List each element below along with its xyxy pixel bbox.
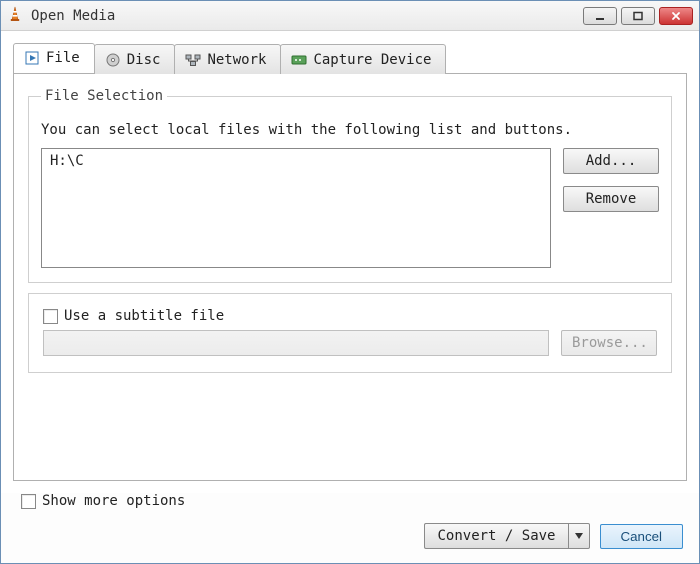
window-title: Open Media [31, 8, 115, 24]
capture-device-icon [291, 52, 307, 68]
file-play-icon [24, 50, 40, 66]
convert-save-button[interactable]: Convert / Save [424, 523, 589, 549]
network-icon [185, 52, 201, 68]
tab-disc-label: Disc [127, 52, 161, 68]
tab-network-label: Network [207, 52, 266, 68]
cancel-button[interactable]: Cancel [600, 524, 684, 549]
tab-capture-label: Capture Device [313, 52, 431, 68]
titlebar[interactable]: Open Media [1, 1, 699, 31]
file-list-item[interactable]: H:\C [50, 153, 542, 169]
file-selection-group: File Selection You can select local file… [28, 88, 672, 283]
open-media-window: Open Media File [0, 0, 700, 564]
close-button[interactable] [659, 7, 693, 25]
subtitle-checkbox-label: Use a subtitle file [64, 308, 224, 324]
convert-save-dropdown[interactable] [568, 523, 590, 549]
vlc-cone-icon [7, 6, 23, 26]
add-button[interactable]: Add... [563, 148, 659, 174]
tab-file-label: File [46, 50, 80, 66]
show-more-checkbox[interactable] [21, 494, 36, 509]
tab-disc[interactable]: Disc [94, 44, 176, 74]
subtitle-group: Use a subtitle file Browse... [28, 293, 672, 373]
show-more-label: Show more options [42, 493, 185, 509]
tab-capture[interactable]: Capture Device [280, 44, 446, 74]
file-list[interactable]: H:\C [41, 148, 551, 268]
browse-button[interactable]: Browse... [561, 330, 657, 356]
tab-page-file: File Selection You can select local file… [13, 73, 687, 481]
remove-button[interactable]: Remove [563, 186, 659, 212]
convert-save-label[interactable]: Convert / Save [424, 523, 567, 549]
maximize-button[interactable] [621, 7, 655, 25]
subtitle-checkbox[interactable] [43, 309, 58, 324]
disc-icon [105, 52, 121, 68]
chevron-down-icon [574, 528, 584, 544]
client-area: File Disc Network [1, 31, 699, 493]
tab-bar: File Disc Network [13, 43, 687, 73]
subtitle-path-field[interactable] [43, 330, 549, 356]
footer: Show more options Convert / Save Cancel [1, 493, 699, 563]
tab-network[interactable]: Network [174, 44, 281, 74]
minimize-button[interactable] [583, 7, 617, 25]
file-selection-legend: File Selection [41, 88, 167, 104]
file-list-buttons: Add... Remove [563, 148, 659, 268]
window-buttons [583, 7, 693, 25]
file-selection-description: You can select local files with the foll… [41, 122, 659, 138]
tab-file[interactable]: File [13, 43, 95, 73]
